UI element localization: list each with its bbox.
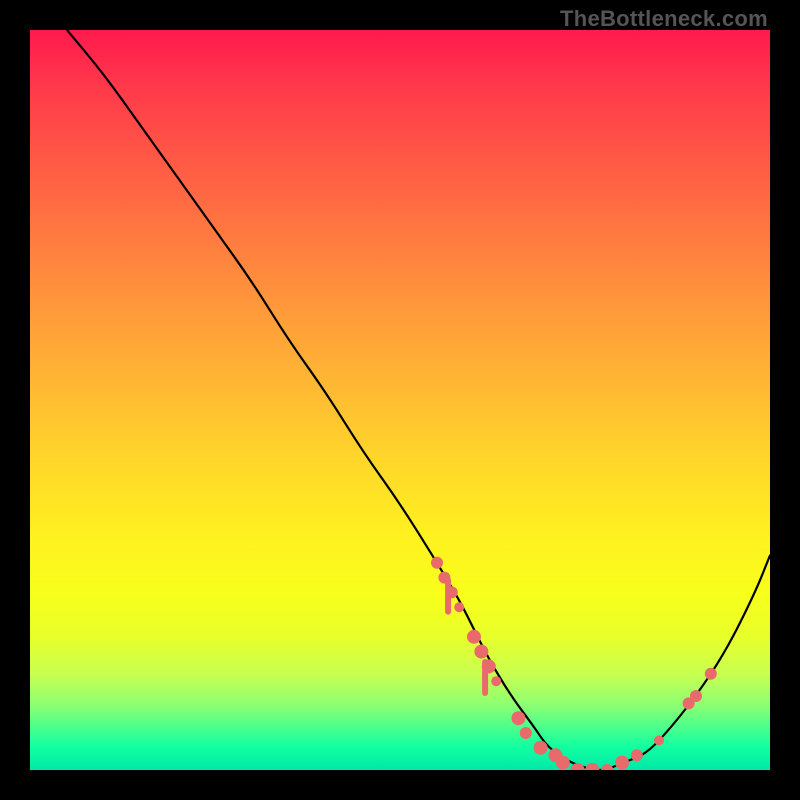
curve-marker [585,763,599,770]
curve-marker [474,645,488,659]
curve-marker [534,741,548,755]
curve-marker [705,668,717,680]
watermark-text: TheBottleneck.com [560,6,768,32]
curve-marker [631,749,643,761]
bottleneck-curve [67,30,770,770]
curve-marker [520,727,532,739]
curve-marker [467,630,481,644]
chart-frame: TheBottleneck.com [0,0,800,800]
curve-marker [690,690,702,702]
curve-marker [431,557,443,569]
curve-marker [556,756,570,770]
curve-markers [431,557,717,770]
curve-marker [491,676,501,686]
curve-marker [482,659,496,673]
curve-marker [454,602,464,612]
curve-marker [615,756,629,770]
curve-marker [438,572,450,584]
curve-marker [654,735,664,745]
curve-marker [446,586,458,598]
curve-marker [601,764,613,770]
curve-marker [511,711,525,725]
curve-svg [30,30,770,770]
plot-area [30,30,770,770]
